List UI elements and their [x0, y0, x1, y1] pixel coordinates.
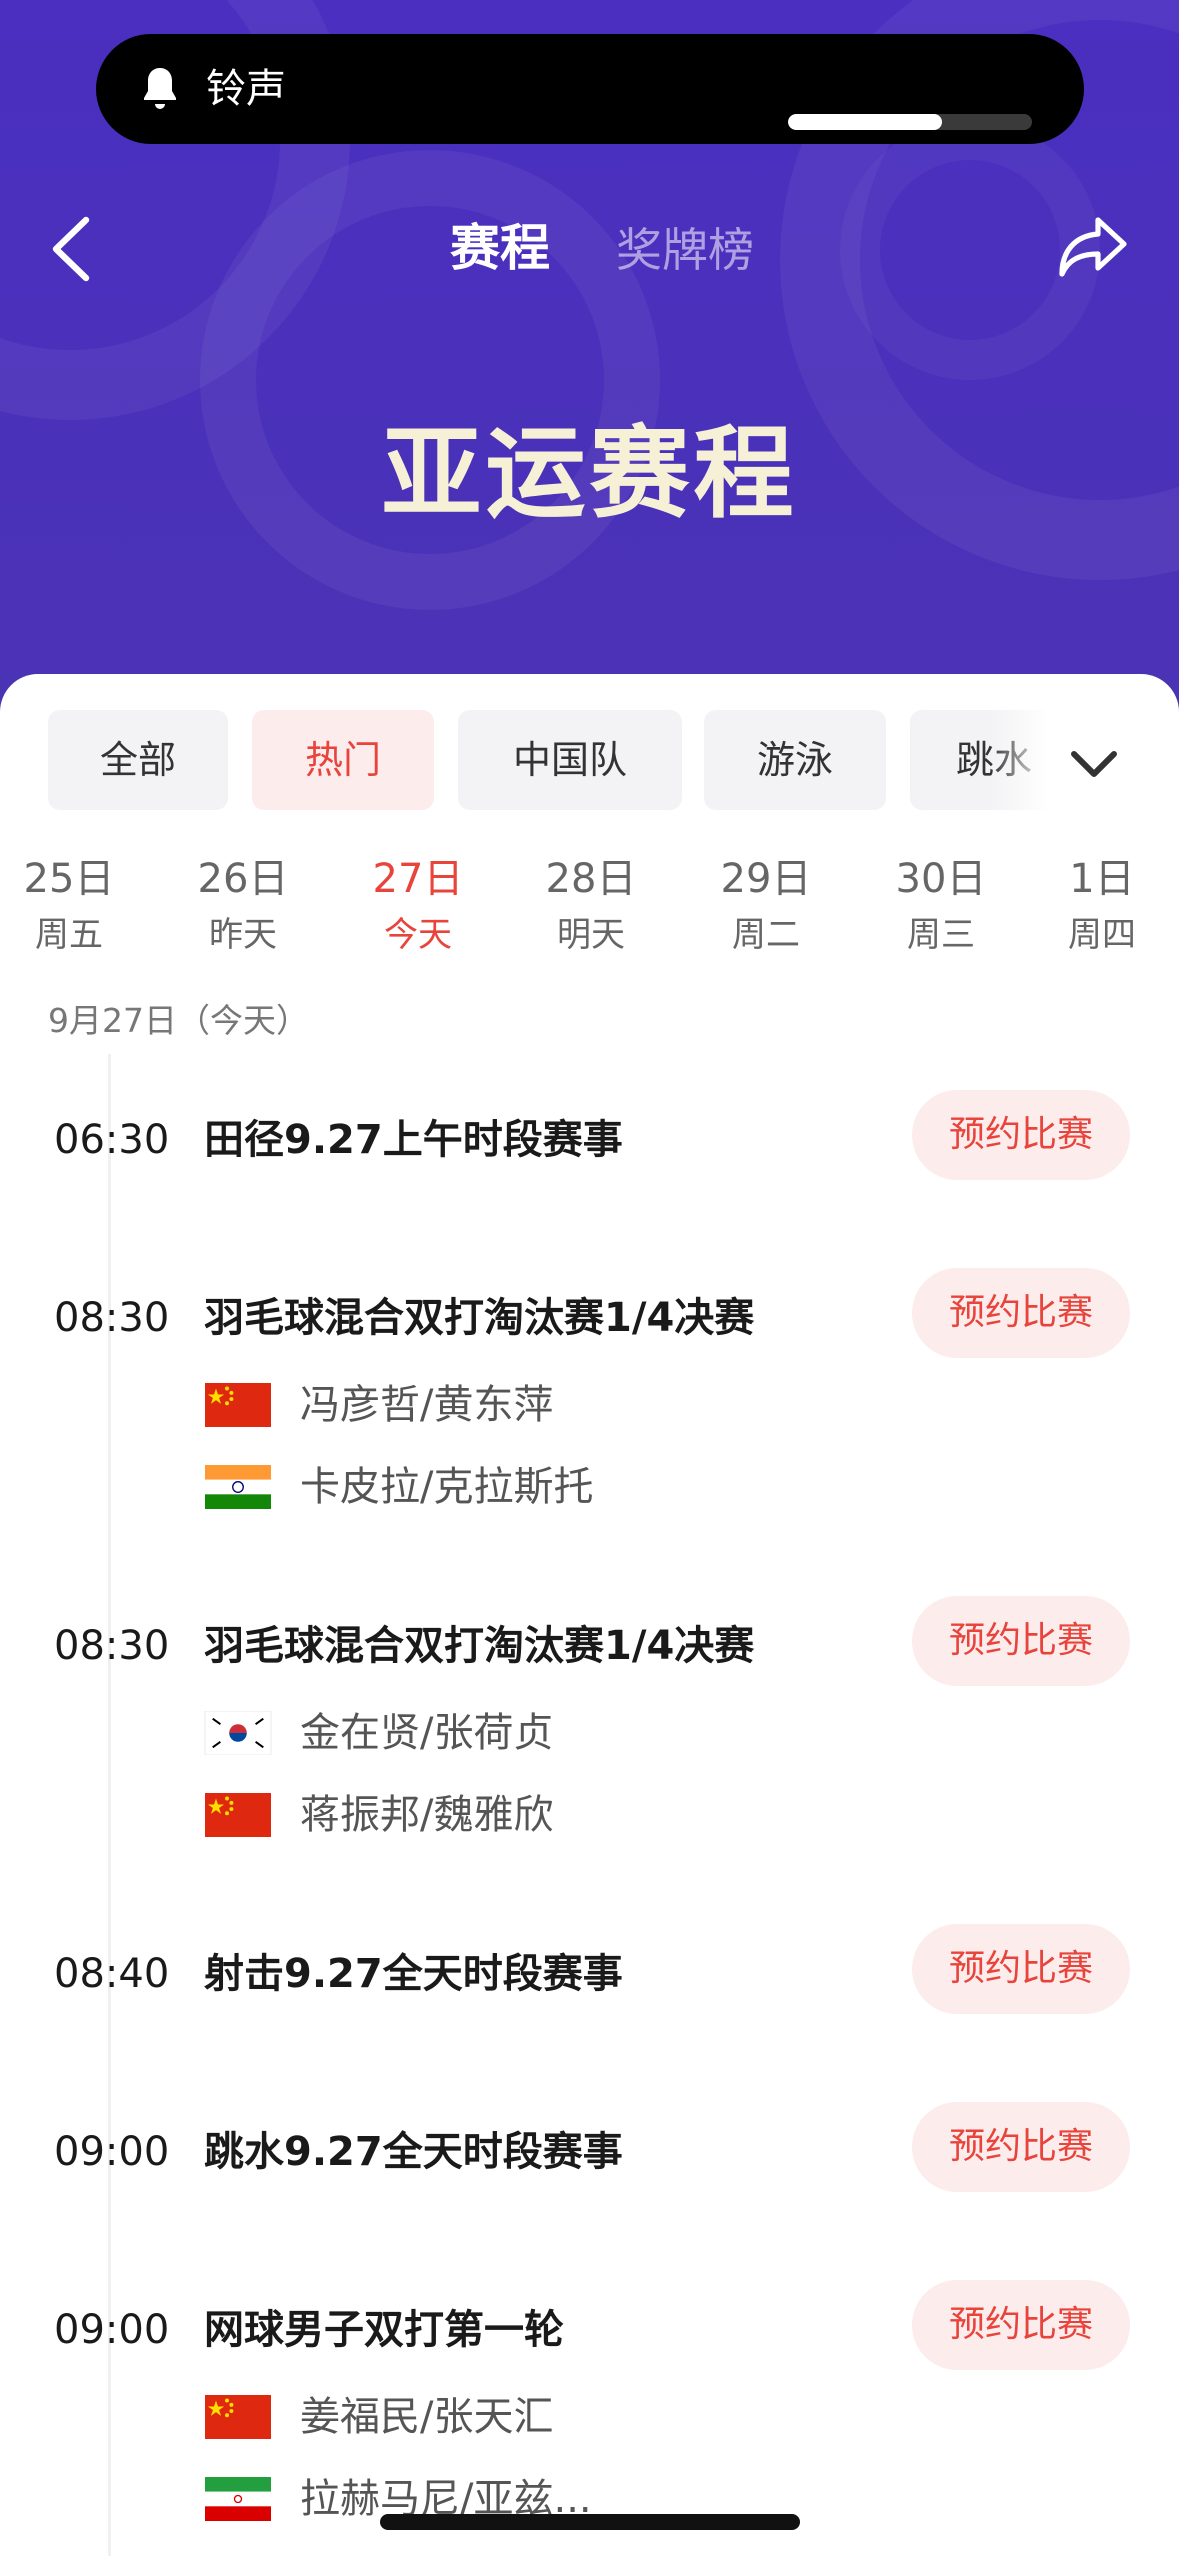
- share-icon[interactable]: [1056, 214, 1130, 280]
- player-row: 卡皮拉/克拉斯托: [204, 1454, 1004, 1514]
- reserve-button[interactable]: 预约比赛: [912, 2102, 1130, 2192]
- date-weekday: 周四: [1068, 915, 1136, 955]
- player-row: 姜福民/张天汇: [204, 2384, 1004, 2444]
- back-chevron-icon[interactable]: [46, 214, 96, 284]
- reserve-button[interactable]: 预约比赛: [912, 1268, 1130, 1358]
- bell-icon: [144, 68, 176, 109]
- date-item[interactable]: 1日 周四: [1027, 850, 1177, 960]
- reserve-button[interactable]: 预约比赛: [912, 1924, 1130, 2014]
- player-names: 姜福民/张天汇: [300, 2394, 554, 2440]
- event-title[interactable]: 网球男子双打第一轮: [204, 2300, 564, 2360]
- event-title[interactable]: 羽毛球混合双打淘汰赛1/4决赛: [204, 1616, 754, 1676]
- date-day: 1日: [1069, 856, 1135, 902]
- event-title[interactable]: 田径9.27上午时段赛事: [204, 1110, 623, 1170]
- event-time: 06:30: [54, 1117, 170, 1163]
- date-day: 28日: [545, 856, 637, 902]
- reserve-button[interactable]: 预约比赛: [912, 2280, 1130, 2370]
- filter-chip-hot[interactable]: 热门: [252, 710, 434, 810]
- date-item[interactable]: 26日 昨天: [168, 850, 318, 960]
- china-flag-icon: [205, 1383, 271, 1427]
- filter-chip-diving[interactable]: 跳水: [910, 710, 1050, 810]
- event-title[interactable]: 羽毛球混合双打淘汰赛1/4决赛: [204, 1288, 754, 1348]
- event-title[interactable]: 跳水9.27全天时段赛事: [204, 2122, 623, 2182]
- reserve-button[interactable]: 预约比赛: [912, 1596, 1130, 1686]
- tab-schedule[interactable]: 赛程: [450, 216, 550, 280]
- date-strip: 25日 周五 26日 昨天 27日 今天 28日 明天 29日 周二 30日 周…: [0, 850, 1179, 990]
- event-time: 09:00: [54, 2129, 170, 2175]
- event-title[interactable]: 射击9.27全天时段赛事: [204, 1944, 623, 2004]
- event-time: 08:40: [54, 1951, 170, 1997]
- iran-flag-icon: [205, 2477, 271, 2521]
- volume-fill: [788, 114, 942, 130]
- date-weekday: 周五: [35, 915, 103, 955]
- date-section-header: 9月27日（今天）: [48, 1001, 309, 1040]
- header-banner: 铃声 赛程 奖牌榜 亚运赛程: [0, 0, 1179, 720]
- filter-chips: 全部 热门 中国队 游泳 跳水: [0, 710, 1179, 810]
- player-names: 蒋振邦/魏雅欣: [300, 1792, 554, 1838]
- home-indicator[interactable]: [380, 2514, 800, 2530]
- india-flag-icon: [205, 1465, 271, 1509]
- date-weekday: 昨天: [209, 915, 277, 955]
- date-item[interactable]: 30日 周三: [866, 850, 1016, 960]
- date-weekday: 明天: [557, 915, 625, 955]
- china-flag-icon: [205, 1793, 271, 1837]
- reserve-button[interactable]: 预约比赛: [912, 1090, 1130, 1180]
- ringer-label: 铃声: [206, 66, 286, 112]
- date-day: 29日: [720, 856, 812, 902]
- date-day: 27日: [372, 856, 464, 902]
- date-item[interactable]: 28日 明天: [516, 850, 666, 960]
- date-item-selected[interactable]: 27日 今天: [343, 850, 493, 960]
- date-day: 25日: [23, 856, 115, 902]
- player-row: 蒋振邦/魏雅欣: [204, 1782, 1004, 1842]
- player-row: 金在贤/张荷贞: [204, 1700, 1004, 1760]
- player-row: 冯彦哲/黄东萍: [204, 1372, 1004, 1432]
- filter-chip-all[interactable]: 全部: [48, 710, 228, 810]
- player-names: 卡皮拉/克拉斯托: [300, 1464, 594, 1510]
- date-weekday: 周三: [907, 915, 975, 955]
- page-title: 亚运赛程: [381, 415, 798, 532]
- volume-track: [788, 114, 1032, 130]
- filter-chip-swimming[interactable]: 游泳: [704, 710, 886, 810]
- player-names: 金在贤/张荷贞: [300, 1710, 554, 1756]
- date-weekday: 今天: [384, 915, 452, 955]
- tab-medal-table[interactable]: 奖牌榜: [616, 220, 754, 280]
- date-item[interactable]: 29日 周二: [691, 850, 841, 960]
- date-weekday: 周二: [732, 915, 800, 955]
- ringer-volume-hud: 铃声: [96, 34, 1084, 144]
- chevron-down-icon[interactable]: [1066, 744, 1122, 784]
- event-time: 08:30: [54, 1623, 170, 1669]
- date-day: 30日: [895, 856, 987, 902]
- date-day: 26日: [197, 856, 289, 902]
- china-flag-icon: [205, 2395, 271, 2439]
- date-item[interactable]: 25日 周五: [0, 850, 144, 960]
- event-time: 09:00: [54, 2307, 170, 2353]
- player-names: 冯彦哲/黄东萍: [300, 1382, 554, 1428]
- korea-flag-icon: [204, 1711, 272, 1755]
- filter-chip-china-team[interactable]: 中国队: [458, 710, 682, 810]
- event-time: 08:30: [54, 1295, 170, 1341]
- schedule-card: 全部 热门 中国队 游泳 跳水 25日 周五 26日 昨天 27日 今天 28日…: [0, 674, 1179, 2556]
